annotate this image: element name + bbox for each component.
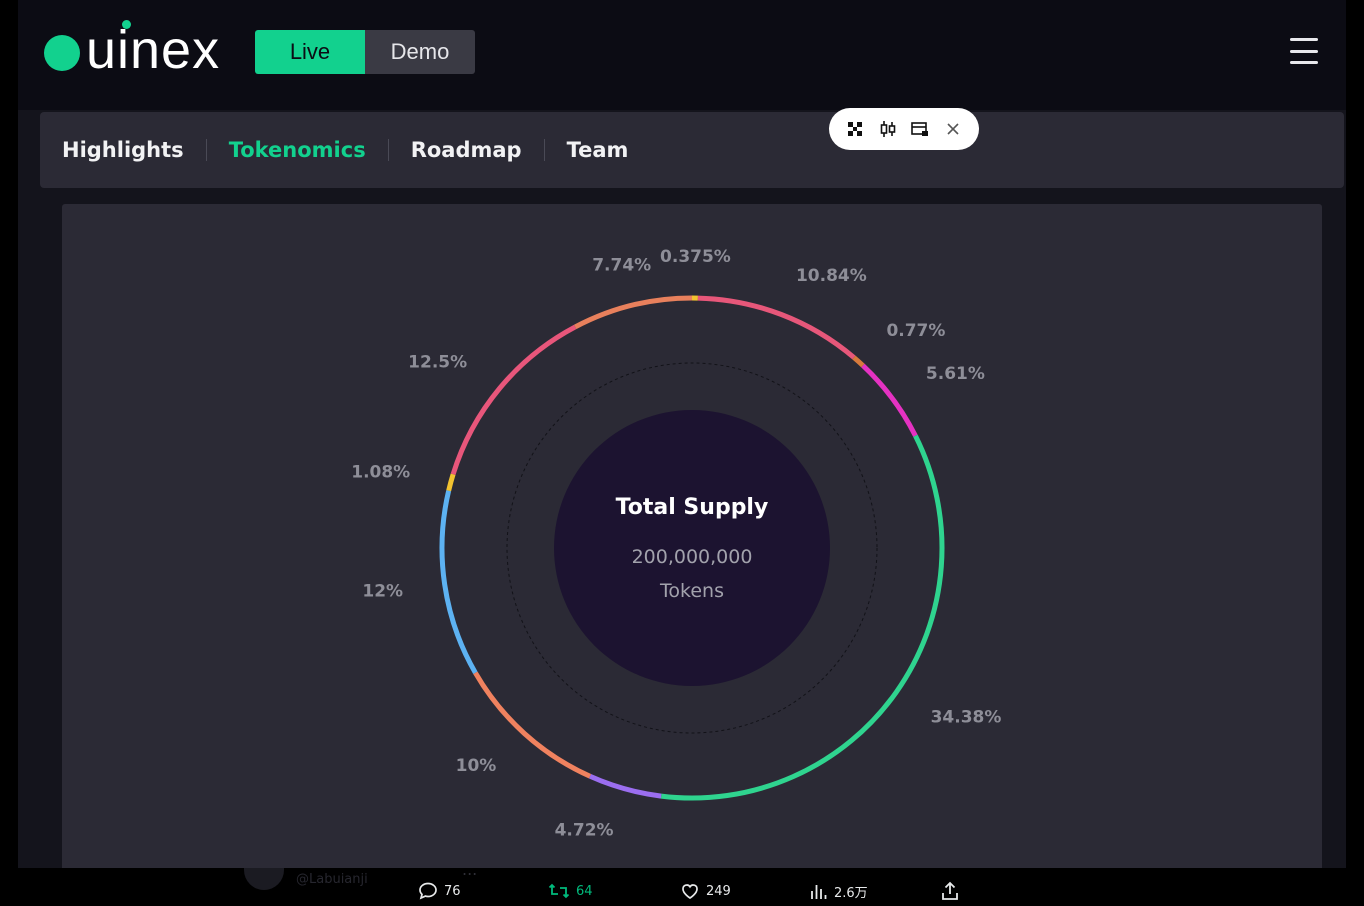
slice-label-3: 5.61% (926, 364, 985, 384)
tab-highlights[interactable]: Highlights (62, 138, 184, 162)
live-mode-button[interactable]: Live (255, 30, 365, 74)
retweet-button[interactable]: 64 (548, 880, 593, 902)
donut-slice-1 (697, 295, 856, 360)
center-title: Total Supply (616, 495, 769, 520)
donut-slice-8 (446, 473, 456, 492)
tab-divider (205, 139, 207, 161)
top-navigation-bar: uinex Live Demo (18, 0, 1346, 110)
center-total-value: 200,000,000 (632, 546, 753, 568)
slice-label-7: 12% (362, 581, 403, 601)
views-icon (811, 885, 827, 899)
tab-tokenomics[interactable]: Tokenomics (229, 138, 366, 162)
demo-mode-button[interactable]: Demo (365, 30, 475, 74)
tab-divider (387, 139, 389, 161)
retweet-count: 64 (576, 883, 593, 899)
reply-icon (419, 882, 437, 900)
menu-line (1290, 61, 1318, 64)
donut-slice-5 (589, 773, 662, 799)
logo-dot-icon (44, 35, 80, 71)
heart-icon (682, 884, 698, 899)
more-dots: ... (462, 860, 478, 879)
share-icon (942, 881, 958, 900)
slice-label-1: 10.84% (796, 266, 867, 286)
retweet-icon (548, 883, 570, 899)
uinex-logo[interactable]: uinex (44, 20, 221, 80)
slice-label-2: 0.77% (886, 321, 945, 341)
slice-label-9: 12.5% (408, 353, 467, 373)
slice-label-6: 10% (456, 756, 497, 776)
donut-slice-2 (852, 355, 865, 368)
tokenomics-chart-panel: 0.375% 10.84% 0.77% 5.61% 34.38% 4.72% 10% 12% 1… (62, 204, 1322, 868)
candlestick-icon[interactable] (876, 117, 900, 141)
slice-label-5: 4.72% (555, 820, 614, 840)
reply-count: 76 (444, 883, 461, 899)
floating-toolbar (829, 108, 979, 150)
hamburger-menu-icon[interactable] (1290, 38, 1318, 64)
center-unit: Tokens (659, 580, 724, 602)
logo-wordmark: uinex (86, 20, 221, 80)
views-button[interactable]: 2.6万 (810, 880, 868, 902)
view-count: 2.6万 (834, 885, 868, 901)
app-frame: uinex Live Demo Highlights Tokenomics Ro… (18, 0, 1346, 868)
close-icon[interactable] (941, 117, 965, 141)
reply-button[interactable]: 76 (418, 880, 461, 902)
menu-line (1290, 49, 1318, 53)
live-demo-toggle: Live Demo (255, 30, 475, 74)
slice-label-8: 1.08% (351, 462, 410, 482)
tab-team[interactable]: Team (567, 138, 629, 162)
avatar (244, 868, 284, 890)
logo-i-dot (122, 20, 131, 29)
tab-roadmap[interactable]: Roadmap (411, 138, 522, 162)
slice-label-0: 0.375% (660, 247, 731, 267)
logo-text: uinex (86, 20, 221, 80)
menu-line (1290, 38, 1318, 41)
card-icon[interactable] (908, 117, 932, 141)
tab-divider (543, 139, 545, 161)
donut-slice-7 (439, 490, 478, 674)
tokenomics-donut-chart: 0.375% 10.84% 0.77% 5.61% 34.38% 4.72% 10% 12% 1… (351, 247, 1002, 840)
like-count: 249 (706, 883, 731, 899)
section-tabs: Highlights Tokenomics Roadmap Team (40, 112, 1344, 188)
slice-label-10: 7.74% (592, 256, 651, 276)
slice-label-4: 34.38% (931, 707, 1002, 727)
like-button[interactable]: 249 (680, 880, 731, 902)
share-button[interactable] (940, 880, 966, 902)
donut-slice-3 (861, 363, 918, 437)
donut-slice-9 (450, 324, 577, 476)
tweet-action-bar: @Labuianji ... 76 64 249 2.6万 (0, 860, 1364, 906)
qr-code-icon[interactable] (843, 117, 867, 141)
donut-slice-10 (574, 295, 693, 330)
ghost-handle: @Labuianji (296, 872, 368, 887)
